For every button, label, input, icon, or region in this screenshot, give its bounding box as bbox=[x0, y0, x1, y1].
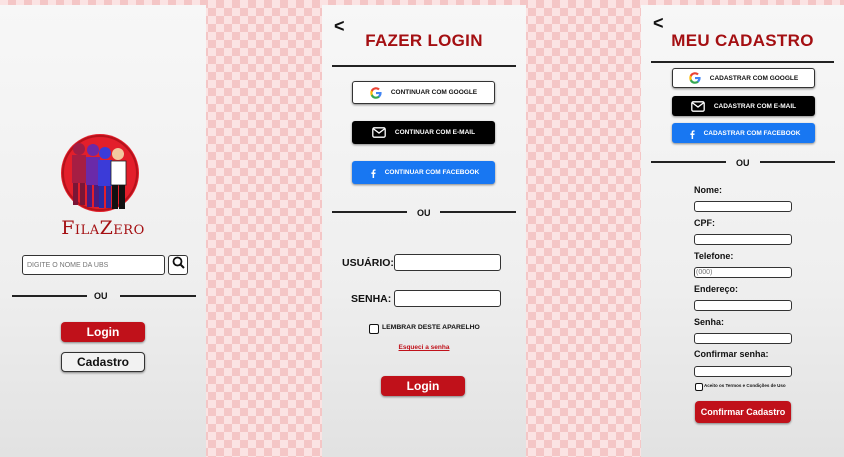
divider-line bbox=[760, 161, 835, 163]
search-icon bbox=[172, 256, 185, 274]
address-label: Endereço: bbox=[694, 284, 739, 294]
forgot-password-link[interactable]: Esqueci a senha bbox=[322, 344, 526, 351]
address-input[interactable] bbox=[694, 300, 792, 311]
login-submit-button[interactable]: Login bbox=[381, 376, 465, 396]
password-input[interactable] bbox=[694, 333, 792, 344]
password-input[interactable] bbox=[394, 290, 501, 307]
mail-icon bbox=[690, 100, 705, 112]
login-screen: < FAZER LOGIN CONTINUAR COM GOOGLE CONTI… bbox=[322, 5, 526, 457]
title-underline bbox=[651, 61, 834, 63]
name-label: Nome: bbox=[694, 185, 723, 195]
google-register-label: CADASTRAR COM GOOGLE bbox=[709, 74, 799, 82]
password-label: SENHA: bbox=[351, 293, 392, 305]
password-label: Senha: bbox=[694, 317, 725, 327]
remember-device-checkbox[interactable] bbox=[369, 324, 379, 334]
terms-label: Aceito os Termos e Condições de Uso bbox=[704, 383, 786, 388]
brand-name: FilaZero bbox=[61, 217, 145, 239]
email-login-label: CONTINUAR COM E-MAIL bbox=[394, 129, 476, 136]
login-button[interactable]: Login bbox=[61, 322, 145, 342]
cpf-input[interactable] bbox=[694, 234, 792, 245]
name-input[interactable] bbox=[694, 201, 792, 212]
filazero-logo bbox=[60, 133, 140, 213]
divider-or: OU bbox=[736, 158, 750, 168]
email-register-button[interactable]: CADASTRAR COM E-MAIL bbox=[672, 96, 815, 116]
divider-line bbox=[12, 295, 87, 297]
back-icon[interactable]: < bbox=[653, 14, 664, 32]
google-icon bbox=[689, 72, 701, 84]
facebook-register-button[interactable]: CADASTRAR COM FACEBOOK bbox=[672, 123, 815, 143]
username-label: USUÁRIO: bbox=[342, 257, 394, 269]
register-button[interactable]: Cadastro bbox=[61, 352, 145, 372]
phone-input[interactable] bbox=[694, 267, 792, 278]
username-input[interactable] bbox=[394, 254, 501, 271]
terms-checkbox[interactable] bbox=[695, 383, 703, 391]
confirm-register-button[interactable]: Confirmar Cadastro bbox=[695, 401, 791, 423]
register-screen: < MEU CADASTRO CADASTRAR COM GOOGLE CADA… bbox=[641, 5, 844, 457]
divider-or: OU bbox=[94, 291, 108, 301]
facebook-login-button[interactable]: CONTINUAR COM FACEBOOK bbox=[352, 161, 495, 184]
mail-icon bbox=[372, 127, 386, 138]
page-title: FAZER LOGIN bbox=[365, 31, 483, 50]
google-register-button[interactable]: CADASTRAR COM GOOGLE bbox=[672, 68, 815, 88]
email-login-button[interactable]: CONTINUAR COM E-MAIL bbox=[352, 121, 495, 144]
phone-label: Telefone: bbox=[694, 251, 734, 261]
title-underline bbox=[332, 65, 516, 67]
divider-line bbox=[651, 161, 726, 163]
remember-device-label: LEMBRAR DESTE APARELHO bbox=[382, 324, 480, 331]
confirm-password-input[interactable] bbox=[694, 366, 792, 377]
home-screen: FilaZero OU Login Cadastro bbox=[0, 5, 206, 457]
page-title: MEU CADASTRO bbox=[671, 31, 814, 50]
email-register-label: CADASTRAR COM E-MAIL bbox=[713, 102, 797, 110]
facebook-icon bbox=[686, 127, 698, 139]
divider-line bbox=[120, 295, 196, 297]
google-login-button[interactable]: CONTINUAR COM GOOGLE bbox=[352, 81, 495, 104]
facebook-login-label: CONTINUAR COM FACEBOOK bbox=[384, 169, 480, 176]
facebook-icon bbox=[367, 167, 379, 178]
divider-or: OU bbox=[417, 208, 431, 218]
divider-line bbox=[332, 211, 407, 213]
facebook-register-label: CADASTRAR COM FACEBOOK bbox=[703, 129, 801, 137]
cpf-label: CPF: bbox=[694, 218, 715, 228]
ubs-search-input[interactable] bbox=[22, 255, 165, 275]
google-login-label: CONTINUAR COM GOOGLE bbox=[390, 89, 478, 96]
divider-line bbox=[440, 211, 516, 213]
search-button[interactable] bbox=[168, 255, 188, 275]
google-icon bbox=[370, 86, 382, 99]
confirm-password-label: Confirmar senha: bbox=[694, 349, 769, 359]
